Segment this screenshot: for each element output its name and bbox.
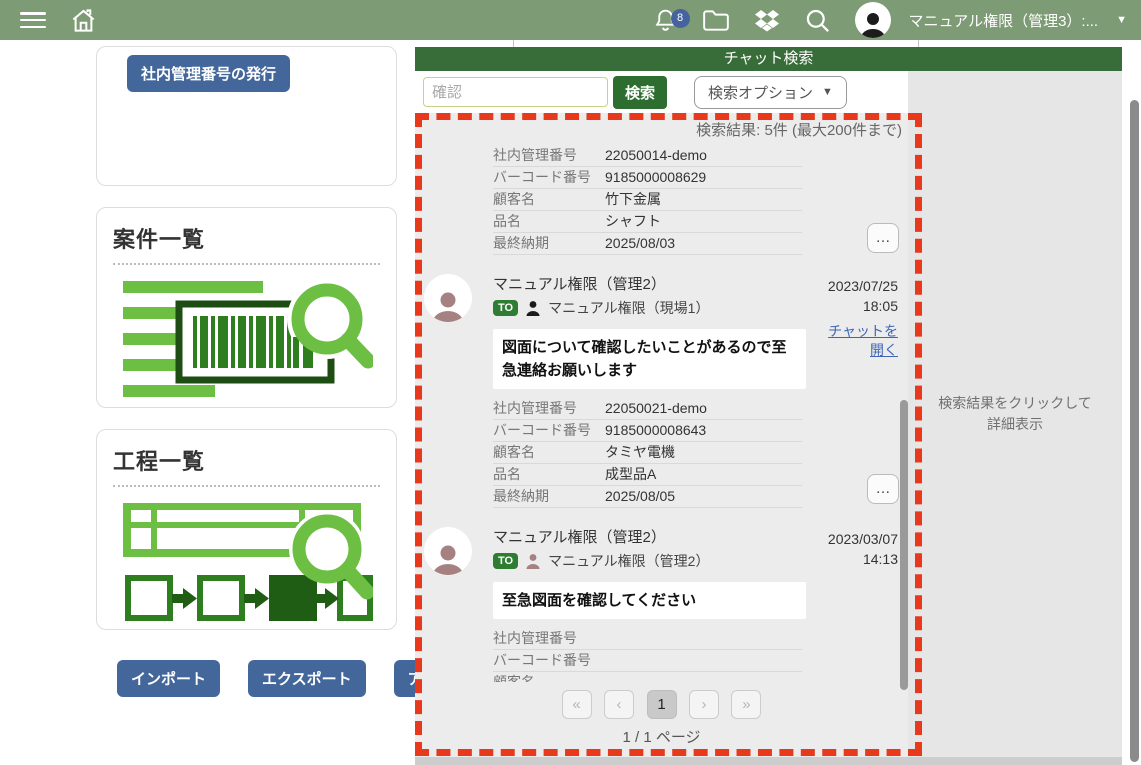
search-options-button[interactable]: 検索オプション ▼: [694, 76, 847, 109]
message-text: 至急図面を確認してください: [493, 582, 806, 619]
search-icon[interactable]: [804, 7, 831, 34]
background-table-divider: [918, 40, 919, 47]
pagination-next-button[interactable]: ›: [689, 690, 719, 719]
recipient-person-icon: [525, 300, 541, 316]
field-row: バーコード番号9185000008629: [493, 167, 802, 189]
results-area: 検索結果: 5件 (最大200件まで) 社内管理番号22050014-demo …: [415, 113, 908, 757]
details-panel: 検索結果をクリックして 詳細表示: [908, 71, 1122, 757]
details-hint: 検索結果をクリックして 詳細表示: [938, 393, 1092, 435]
pagination-prev-button[interactable]: ‹: [604, 690, 634, 719]
field-row: 顧客名タミヤ電機: [493, 442, 802, 464]
menu-icon[interactable]: [20, 12, 46, 28]
field-row: バーコード番号9185000008643: [493, 420, 802, 442]
process-card-title: 工程一覧: [113, 444, 380, 476]
pagination-last-button[interactable]: »: [731, 690, 761, 719]
recipient-name: マニュアル権限（現場1）: [548, 298, 709, 318]
search-input[interactable]: [423, 77, 608, 107]
horizontal-scrollbar-track: [415, 757, 1122, 765]
chat-result-item[interactable]: 社内管理番号22050014-demo バーコード番号9185000008629…: [415, 142, 908, 273]
field-row: 社内管理番号22050021-demo: [493, 398, 802, 420]
process-flow-illustration: [121, 497, 373, 629]
pagination-page-button[interactable]: 1: [647, 690, 677, 719]
barcode-search-illustration: [121, 275, 373, 401]
notifications-bell-icon[interactable]: 8: [653, 7, 678, 33]
field-row: 社内管理番号: [493, 628, 802, 650]
search-options-label: 検索オプション: [708, 82, 813, 103]
sidebar: 社内管理番号の発行 案件一覧 工程一: [96, 46, 397, 697]
folder-icon[interactable]: [702, 8, 730, 32]
search-button[interactable]: 検索: [613, 76, 667, 109]
account-menu[interactable]: マニュアル権限（管理3）:... ▼: [855, 2, 1127, 38]
search-bar: 検索 検索オプション ▼: [415, 71, 908, 113]
field-row: バーコード番号: [493, 650, 802, 672]
notification-badge: 8: [671, 9, 690, 28]
to-badge: TO: [493, 300, 518, 316]
background-table-divider: [513, 40, 514, 47]
open-chat-link[interactable]: チャットを開く: [816, 322, 898, 360]
results-list: 社内管理番号22050014-demo バーコード番号9185000008629…: [415, 142, 908, 682]
sender-name: マニュアル権限（管理2）: [493, 275, 808, 295]
field-row: 品名シャフト: [493, 211, 802, 233]
results-scrollbar[interactable]: [900, 400, 908, 690]
chevron-down-icon: ▼: [822, 86, 833, 98]
window-scrollbar[interactable]: [1130, 100, 1139, 762]
home-icon[interactable]: [70, 7, 97, 34]
dropbox-icon[interactable]: [754, 8, 780, 32]
field-row: 品名成型品A: [493, 464, 802, 486]
chat-search-panel: チャット検索 検索 検索オプション ▼ 検索結果: 5件 (最大200件まで) …: [415, 47, 1122, 757]
sender-name: マニュアル権限（管理2）: [493, 528, 808, 548]
panel-title: チャット検索: [415, 47, 1122, 71]
message-date: 2023/07/25: [828, 276, 898, 296]
avatar: [424, 527, 472, 575]
sidebar-actions: インポート エクスポート アクセスロ: [117, 660, 397, 697]
app-bar: 8 マニュアル権限（管理3）:...: [0, 0, 1141, 40]
message-time: 14:13: [828, 549, 898, 569]
page-indicator: 1 / 1 ページ: [415, 726, 908, 747]
message-time: 18:05: [828, 296, 898, 316]
result-summary: 検索結果: 5件 (最大200件まで): [415, 113, 908, 142]
sidebar-item-cases[interactable]: 案件一覧: [96, 207, 397, 408]
more-button[interactable]: …: [867, 474, 899, 504]
avatar: [424, 274, 472, 322]
recipient-person-icon: [525, 553, 541, 569]
recipient-name: マニュアル権限（管理2）: [548, 551, 709, 571]
chevron-down-icon: ▼: [1116, 14, 1127, 26]
chat-result-item[interactable]: マニュアル権限（管理2） TO マニュアル権限（管理2） 2023/03/07: [415, 526, 908, 682]
field-row: 顧客名竹下金属: [493, 189, 802, 211]
pagination-first-button[interactable]: «: [562, 690, 592, 719]
sidebar-item-process[interactable]: 工程一覧: [96, 429, 397, 630]
field-row: 最終納期2025/08/05: [493, 486, 802, 508]
user-avatar: [855, 2, 891, 38]
cases-card-title: 案件一覧: [113, 222, 380, 254]
user-label: マニュアル権限（管理3）:...: [909, 10, 1099, 31]
message-text: 図面について確認したいことがあるので至急連絡お願いします: [493, 329, 806, 389]
to-badge: TO: [493, 553, 518, 569]
issue-number-button[interactable]: 社内管理番号の発行: [127, 55, 290, 92]
more-button[interactable]: …: [867, 223, 899, 253]
export-button[interactable]: エクスポート: [248, 660, 366, 697]
field-row: 社内管理番号22050014-demo: [493, 145, 802, 167]
issue-number-card: 社内管理番号の発行: [96, 46, 397, 186]
import-button[interactable]: インポート: [117, 660, 220, 697]
pagination: « ‹ 1 › » 1 / 1 ページ: [415, 682, 908, 757]
message-date: 2023/03/07: [828, 529, 898, 549]
field-row: 最終納期2025/08/03: [493, 233, 802, 255]
field-row: 顧客名: [493, 672, 802, 682]
chat-result-item[interactable]: マニュアル権限（管理2） TO マニュアル権限（現場1） 2023/07/25: [415, 273, 908, 526]
results-column: 検索 検索オプション ▼ 検索結果: 5件 (最大200件まで) 社内管理番号2…: [415, 71, 908, 757]
